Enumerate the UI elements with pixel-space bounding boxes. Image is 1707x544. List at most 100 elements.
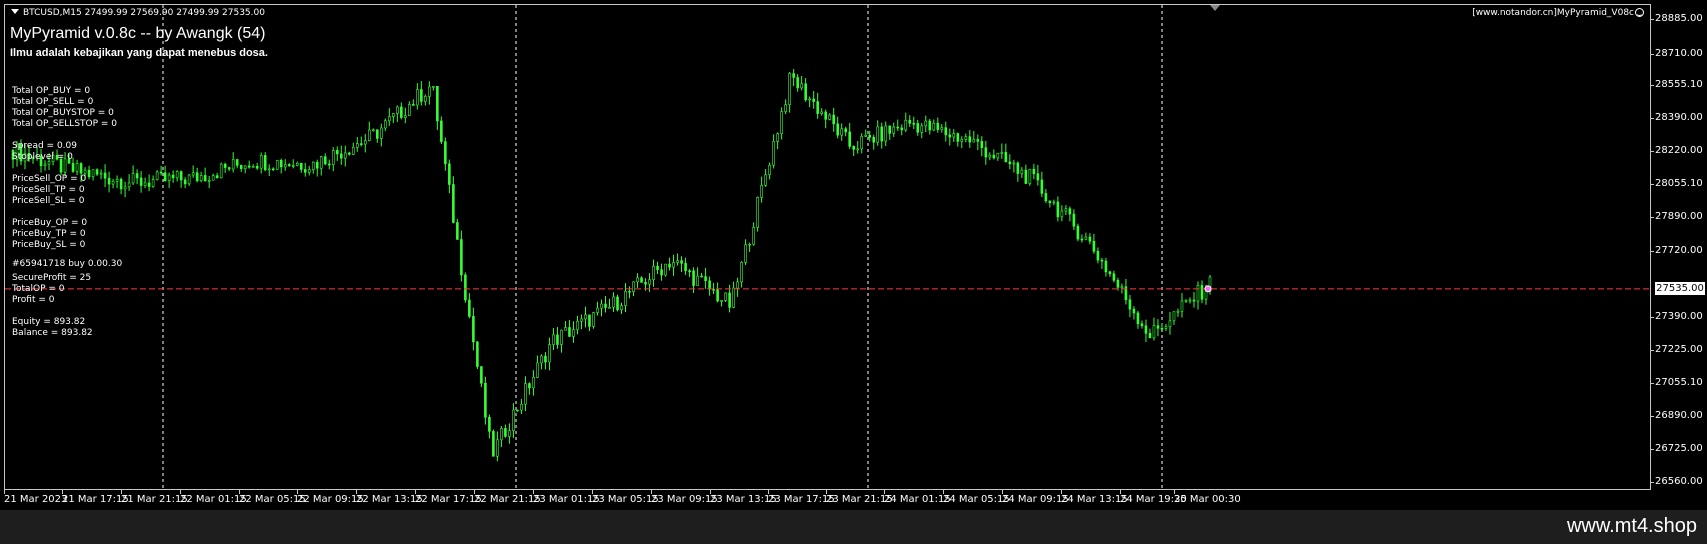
candle-body [143, 182, 147, 186]
candle-body [988, 154, 992, 158]
candle-body [123, 186, 127, 190]
candle-body [1040, 179, 1044, 194]
candle-body [75, 163, 79, 172]
candle-body [848, 131, 851, 147]
candle-body [588, 314, 591, 327]
candle-body [1204, 290, 1208, 300]
candle-body [299, 162, 303, 170]
candle-body [303, 169, 307, 173]
candle-body [1176, 310, 1180, 313]
candle-body [71, 163, 75, 172]
candle-body [468, 299, 471, 317]
candle-body [888, 125, 892, 134]
candle-body [844, 128, 847, 133]
chart-area[interactable]: BTCUSD,M15 27499.99 27569.90 27499.99 27… [4, 4, 1651, 490]
candle-body [279, 159, 283, 168]
price-tick-mark [1651, 184, 1654, 186]
candle-body [660, 269, 663, 276]
stat-pricesell-sl: PriceSell_SL = 0 [12, 196, 85, 206]
candle-body [852, 146, 856, 150]
ea-corner-label[interactable]: [www.notandor.cn]MyPyramid_V08c [1472, 8, 1644, 18]
candle-body [600, 303, 603, 309]
candle-body [151, 179, 155, 187]
candle-body [992, 154, 996, 159]
candle-body [772, 141, 775, 166]
time-tick-label: 22 Mar 17:15 [415, 494, 482, 505]
candle-body [652, 265, 655, 280]
candle-body [796, 77, 799, 89]
candle-body [1128, 299, 1132, 310]
candle-body [864, 134, 868, 137]
candle-body [251, 166, 255, 168]
time-tick-label: 24 Mar 05:15 [943, 494, 1010, 505]
time-axis[interactable]: 21 Mar 2023 21 Mar 17:15 21 Mar 21:15 22 Ma… [4, 490, 1651, 508]
candle-body [472, 316, 475, 343]
candle-body [179, 171, 183, 181]
candle-body [1000, 151, 1004, 154]
candle-body [1080, 238, 1084, 241]
candle-body [235, 159, 239, 166]
candle-body [291, 165, 295, 167]
price-axis[interactable]: 28885.00 28710.00 28555.10 28390.00 28220.00… [1651, 4, 1707, 490]
candle-body [343, 152, 347, 159]
trade-marker-icon[interactable] [1204, 285, 1212, 293]
candle-body [488, 416, 491, 432]
time-tick-label: 24 Mar 01:15 [884, 494, 951, 505]
candle-body [492, 431, 495, 457]
dropdown-triangle-icon[interactable] [11, 9, 19, 14]
candle-body [740, 262, 743, 283]
price-tick-label: 28710.00 [1655, 47, 1703, 59]
candle-body [211, 175, 215, 181]
candle-body [396, 106, 399, 114]
time-tick-label: 21 Mar 17:15 [62, 494, 129, 505]
candle-body [944, 127, 948, 136]
candle-body [520, 403, 523, 411]
candle-body [820, 111, 823, 114]
candle-body [267, 168, 271, 171]
candle-body [500, 428, 503, 441]
candle-body [968, 136, 972, 143]
candle-body [416, 89, 419, 106]
candle-body [816, 101, 819, 114]
candle-body [568, 327, 571, 337]
candle-body [476, 341, 479, 367]
candle-body [604, 303, 607, 308]
candle-body [784, 104, 787, 112]
candle-body [388, 116, 391, 122]
candle-body [896, 126, 900, 129]
candle-body [616, 296, 619, 311]
candle-body [436, 85, 439, 122]
candle-body [404, 115, 407, 118]
candle-body [496, 439, 499, 457]
candle-body [948, 134, 952, 138]
stat-profit: Profit = 0 [12, 295, 55, 305]
candle-body [351, 147, 355, 155]
candle-body [171, 174, 175, 179]
candle-body [800, 83, 803, 89]
stat-balance: Balance = 893.82 [12, 328, 93, 338]
candle-body [91, 169, 95, 178]
price-tick-mark [1651, 383, 1654, 385]
candle-body [556, 334, 559, 345]
chart-shift-marker[interactable] [1210, 5, 1220, 11]
time-tick-label: 23 Mar 13:15 [710, 494, 777, 505]
time-tick-label: 21 Mar 21:15 [121, 494, 188, 505]
candle-body [167, 174, 171, 181]
price-tick-label: 26890.00 [1655, 410, 1703, 422]
candle-body [1192, 299, 1196, 302]
candle-body [1100, 259, 1104, 262]
candle-body [628, 290, 631, 293]
candle-body [367, 129, 371, 141]
candle-body [147, 182, 151, 187]
candle-body [480, 366, 483, 384]
candle-body [724, 292, 727, 301]
candle-body [668, 263, 671, 268]
candle-body [323, 156, 327, 165]
candle-body [1036, 173, 1040, 181]
candle-body [836, 123, 839, 136]
candle-body [1084, 236, 1088, 240]
candle-body [760, 185, 763, 198]
candle-body [1028, 168, 1032, 184]
symbol-header[interactable]: BTCUSD,M15 27499.99 27569.90 27499.99 27… [11, 8, 265, 18]
candle-body [1132, 308, 1136, 314]
